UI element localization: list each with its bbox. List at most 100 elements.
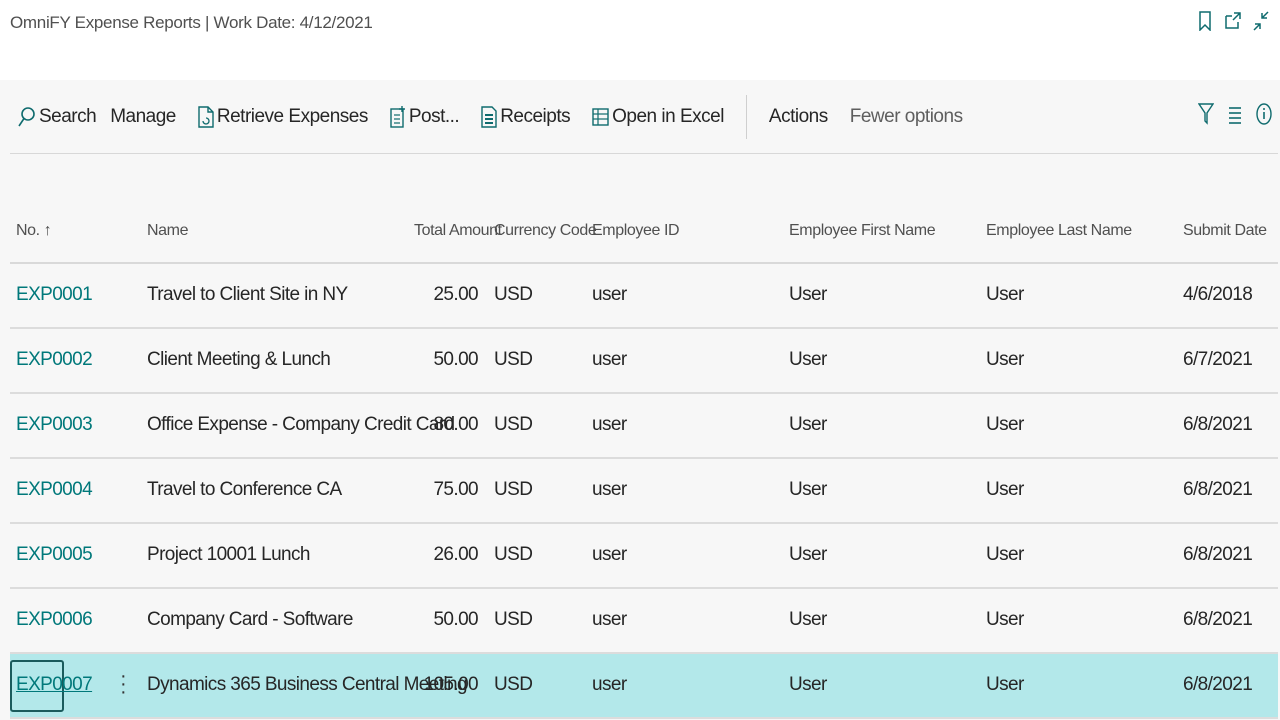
employee-first-name: User	[789, 414, 827, 435]
total-amount: 75.00	[433, 479, 478, 500]
column-header-currency-code[interactable]: Currency Code	[494, 222, 597, 240]
currency-code: USD	[494, 349, 533, 370]
expense-name: Company Card - Software	[147, 609, 353, 630]
submit-date: 6/7/2021	[1183, 349, 1253, 370]
submit-date: 6/8/2021	[1183, 414, 1253, 435]
list-tools	[1197, 102, 1272, 131]
expense-number-link[interactable]: EXP0003	[16, 414, 93, 436]
receipt-icon	[481, 105, 497, 128]
employee-id: user	[592, 349, 627, 370]
total-amount: 25.00	[433, 284, 478, 305]
employee-last-name: User	[986, 414, 1024, 435]
table-row[interactable]: EXP0004 Travel to Conference CA 75.00 US…	[10, 459, 1278, 524]
submit-date: 6/8/2021	[1183, 479, 1253, 500]
column-header-no[interactable]: No. ↑	[16, 222, 52, 240]
employee-id: user	[592, 544, 627, 565]
collapse-icon[interactable]	[1252, 10, 1270, 32]
expense-number-link[interactable]: EXP0005	[16, 544, 93, 566]
table-row[interactable]: EXP0002 Client Meeting & Lunch 50.00 USD…	[10, 329, 1278, 394]
column-header-no-label: No.	[16, 222, 40, 239]
fewer-options-label: Fewer options	[849, 105, 963, 127]
employee-id: user	[592, 414, 627, 435]
expense-number-link[interactable]: EXP0007	[16, 674, 93, 696]
title-icons	[1196, 10, 1270, 32]
employee-first-name: User	[789, 349, 827, 370]
expense-name: Project 10001 Lunch	[147, 544, 311, 565]
title-bar: OmniFY Expense Reports | Work Date: 4/12…	[0, 0, 1280, 80]
employee-first-name: User	[789, 544, 827, 565]
search-action[interactable]: Search	[18, 99, 97, 135]
column-header-total-amount[interactable]: Total Amount	[414, 222, 502, 240]
table-header: No. ↑ Name Total Amount Currency Code Em…	[10, 214, 1278, 264]
manage-action[interactable]: Manage	[110, 99, 176, 135]
total-amount: 80.00	[433, 414, 478, 435]
submit-date: 6/8/2021	[1183, 609, 1253, 630]
employee-last-name: User	[986, 284, 1024, 305]
submit-date: 6/8/2021	[1183, 544, 1253, 565]
currency-code: USD	[494, 609, 533, 630]
employee-id: user	[592, 674, 627, 695]
employee-id: user	[592, 479, 627, 500]
actions-label: Actions	[768, 105, 828, 127]
retrieve-expenses-label: Retrieve Expenses	[216, 105, 368, 127]
table-row[interactable]: EXP0006 Company Card - Software 50.00 US…	[10, 589, 1278, 654]
page-content: Search Manage Retrieve Expenses Post... …	[0, 80, 1280, 720]
column-header-employee-last-name[interactable]: Employee Last Name	[986, 222, 1132, 240]
sort-ascending-icon: ↑	[43, 222, 52, 239]
retrieve-expenses-action[interactable]: Retrieve Expenses	[198, 99, 368, 135]
total-amount: 26.00	[433, 544, 478, 565]
employee-id: user	[592, 284, 627, 305]
currency-code: USD	[494, 479, 533, 500]
table-row-selected[interactable]: EXP0007 · · · Dynamics 365 Business Centra…	[10, 654, 1278, 719]
excel-icon	[592, 107, 609, 126]
currency-code: USD	[494, 674, 533, 695]
employee-first-name: User	[789, 284, 827, 305]
column-header-employee-id[interactable]: Employee ID	[592, 222, 680, 240]
page-title: OmniFY Expense Reports | Work Date: 4/12…	[10, 13, 373, 32]
receipts-action[interactable]: Receipts	[481, 99, 571, 135]
document-refresh-icon	[198, 105, 214, 128]
fewer-options-button[interactable]: Fewer options	[850, 99, 963, 135]
expense-number-link[interactable]: EXP0004	[16, 479, 93, 501]
total-amount: 105.00	[423, 674, 478, 695]
open-new-window-icon[interactable]	[1224, 10, 1242, 32]
employee-first-name: User	[789, 674, 827, 695]
info-icon[interactable]	[1256, 102, 1272, 131]
search-icon	[18, 106, 35, 126]
focused-cell[interactable]: EXP0007	[10, 660, 93, 712]
filter-icon[interactable]	[1197, 102, 1215, 131]
currency-code: USD	[494, 414, 533, 435]
employee-last-name: User	[986, 609, 1024, 630]
expense-name: Office Expense - Company Credit Card	[147, 414, 455, 435]
row-actions-icon[interactable]: · · ·	[120, 666, 127, 702]
column-header-name[interactable]: Name	[147, 222, 188, 240]
submit-date: 6/8/2021	[1183, 674, 1253, 695]
employee-first-name: User	[789, 479, 827, 500]
expense-number-link[interactable]: EXP0002	[16, 349, 93, 371]
actions-menu[interactable]: Actions	[769, 99, 828, 135]
column-header-submit-date[interactable]: Submit Date	[1183, 222, 1267, 240]
column-header-employee-first-name[interactable]: Employee First Name	[789, 222, 936, 240]
list-view-icon[interactable]	[1228, 104, 1242, 129]
table-row[interactable]: EXP0003 Office Expense - Company Credit …	[10, 394, 1278, 459]
submit-date: 4/6/2018	[1183, 284, 1253, 305]
table-row[interactable]: EXP0005 Project 10001 Lunch 26.00 USD us…	[10, 524, 1278, 589]
employee-last-name: User	[986, 674, 1024, 695]
employee-first-name: User	[789, 609, 827, 630]
manage-label: Manage	[110, 105, 176, 127]
employee-last-name: User	[986, 544, 1024, 565]
post-action[interactable]: Post...	[390, 99, 460, 135]
open-in-excel-action[interactable]: Open in Excel	[592, 99, 724, 135]
currency-code: USD	[494, 284, 533, 305]
open-in-excel-label: Open in Excel	[612, 105, 724, 127]
employee-id: user	[592, 609, 627, 630]
expense-number-link[interactable]: EXP0006	[16, 609, 93, 631]
bookmark-icon[interactable]	[1196, 10, 1214, 32]
total-amount: 50.00	[433, 349, 478, 370]
expense-name: Client Meeting & Lunch	[147, 349, 331, 370]
table-row[interactable]: EXP0001 Travel to Client Site in NY 25.0…	[10, 264, 1278, 329]
action-separator	[745, 94, 747, 139]
expense-number-link[interactable]: EXP0001	[16, 284, 93, 306]
post-label: Post...	[408, 105, 460, 127]
currency-code: USD	[494, 544, 533, 565]
